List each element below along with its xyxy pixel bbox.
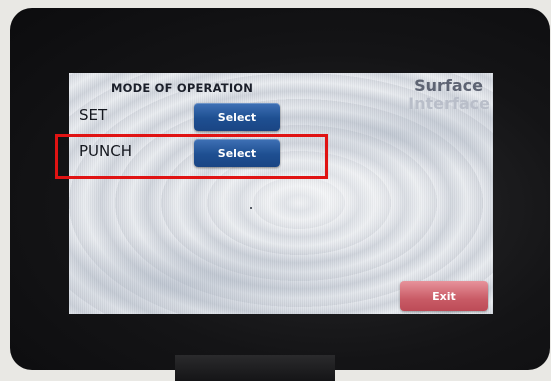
cursor-dot: [250, 207, 252, 209]
row-label-punch: PUNCH: [79, 142, 132, 160]
punch-select-button[interactable]: Select: [194, 139, 280, 167]
set-select-button[interactable]: Select: [194, 103, 280, 131]
touch-screen: MODE OF OPERATION SET Select PUNCH Selec…: [69, 73, 493, 314]
mode-title: MODE OF OPERATION: [111, 81, 254, 95]
row-label-set: SET: [79, 106, 108, 124]
brand-interface: Interface: [408, 94, 490, 113]
brand-surface: Surface: [414, 76, 483, 95]
exit-button[interactable]: Exit: [400, 281, 488, 311]
device-stand: [175, 355, 335, 381]
